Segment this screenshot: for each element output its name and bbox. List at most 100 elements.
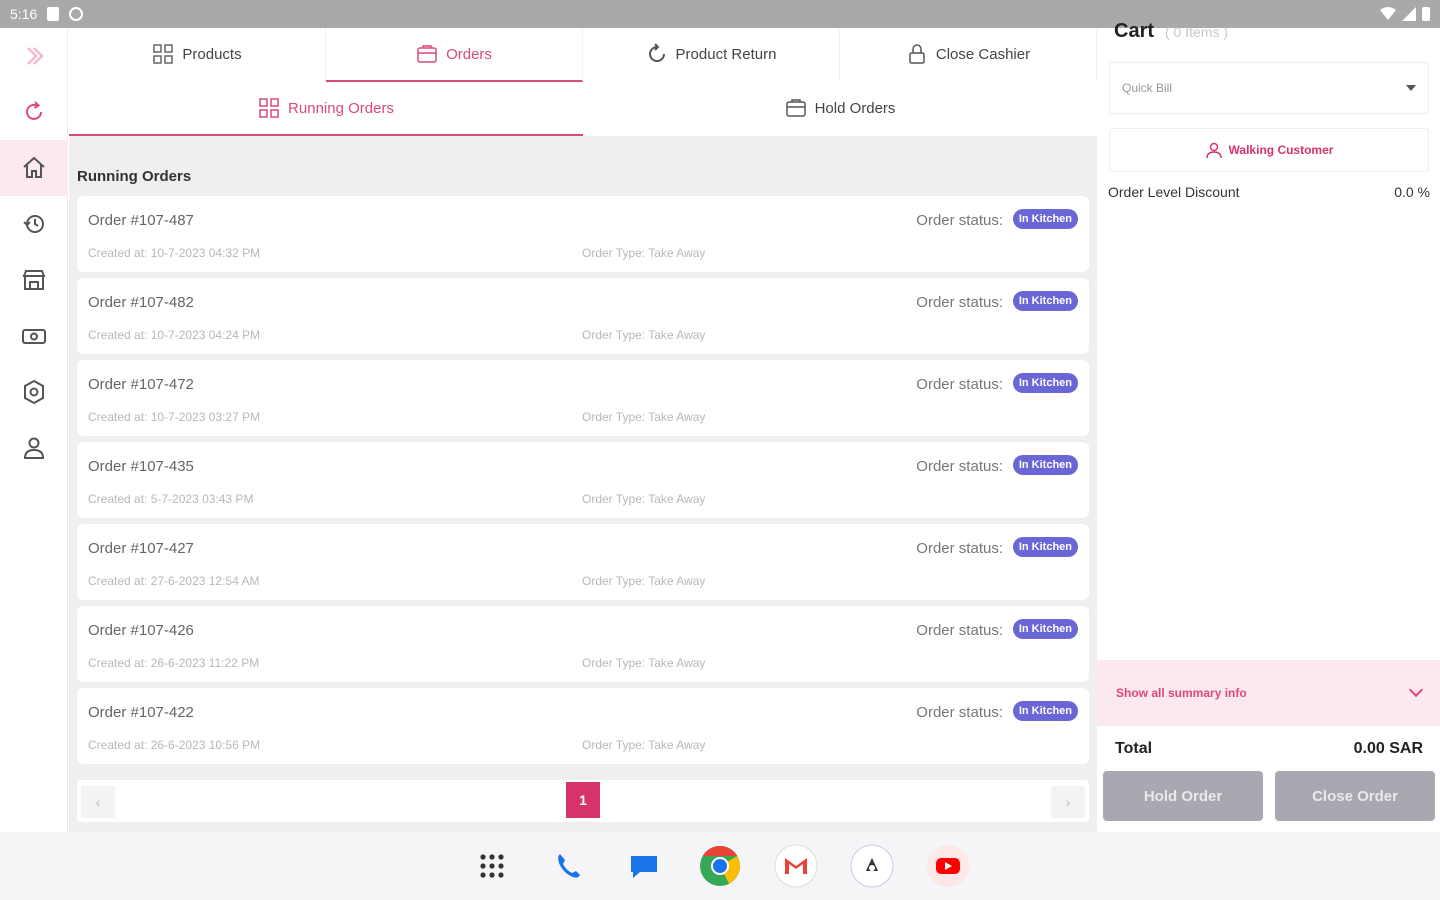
status-badge: In Kitchen	[1012, 537, 1078, 557]
orders-icon	[417, 45, 437, 63]
chevron-down-icon	[1408, 682, 1424, 698]
order-type: Order Type: Take Away	[582, 246, 706, 260]
order-created: Created at: 27-6-2023 12:54 AM	[88, 574, 260, 588]
order-created: Created at: 10-7-2023 04:32 PM	[88, 246, 261, 260]
settings-icon	[24, 379, 44, 405]
user-icon	[1205, 142, 1222, 159]
close-order-button[interactable]: Close Order	[1275, 771, 1435, 821]
order-created: Created at: 10-7-2023 04:24 PM	[88, 328, 261, 342]
return-icon	[648, 43, 665, 62]
nav-store[interactable]	[0, 252, 68, 308]
tab-label: Close Cashier	[935, 45, 1031, 63]
order-created: Created at: 26-6-2023 11:22 PM	[88, 656, 260, 670]
top-tabs: Products Orders Product Return Close Cas…	[69, 28, 1097, 82]
order-status-label: Order status:	[916, 458, 1003, 475]
youtube-app[interactable]	[926, 844, 970, 888]
order-number: Order #107-482	[88, 294, 194, 311]
order-created: Created at: 5-7-2023 03:43 PM	[88, 492, 254, 506]
order-type: Order Type: Take Away	[582, 328, 706, 342]
order-card[interactable]: Order #107-427 Order status: In Kitchen …	[77, 524, 1089, 600]
apps-icon	[480, 854, 504, 878]
order-status-label: Order status:	[916, 212, 1003, 229]
status-badge: In Kitchen	[1012, 291, 1078, 311]
cart-title: Cart	[1114, 20, 1155, 42]
refresh-icon	[26, 101, 42, 120]
customer-select[interactable]: Quick Bill	[1109, 62, 1429, 114]
main-content: Products Orders Product Return Close Cas…	[69, 28, 1097, 832]
nav-cash[interactable]	[0, 308, 68, 364]
order-subtabs: Running Orders Hold Orders	[69, 82, 1097, 136]
signal-icon	[1402, 7, 1416, 21]
order-status-label: Order status:	[916, 376, 1003, 393]
order-number: Order #107-435	[88, 458, 194, 475]
hold-order-button[interactable]: Hold Order	[1103, 771, 1263, 821]
order-type: Order Type: Take Away	[582, 410, 706, 424]
tab-product-return[interactable]: Product Return	[583, 28, 840, 82]
tab-label: Orders	[446, 45, 492, 63]
messages-icon	[631, 856, 657, 878]
chevron-down-icon	[1406, 85, 1416, 91]
summary-label: Show all summary info	[1116, 686, 1247, 700]
order-list: Order #107-487 Order status: In Kitchen …	[77, 196, 1089, 770]
youtube-icon	[927, 845, 969, 887]
status-badge: In Kitchen	[1012, 455, 1078, 475]
current-page-button[interactable]: 1	[566, 782, 600, 818]
total-value: 0.00 SAR	[1353, 740, 1423, 757]
discount-value: 0.0 %	[1394, 184, 1430, 200]
grid-icon	[153, 44, 174, 64]
gmail-icon	[774, 844, 818, 888]
home-icon	[23, 156, 45, 178]
refresh-button[interactable]	[0, 84, 68, 140]
grid-icon	[259, 98, 279, 118]
order-card[interactable]: Order #107-426 Order status: In Kitchen …	[77, 606, 1089, 682]
order-card[interactable]: Order #107-435 Order status: In Kitchen …	[77, 442, 1089, 518]
order-number: Order #107-472	[88, 376, 194, 393]
pos-app[interactable]	[850, 844, 894, 888]
tab-close-cashier[interactable]: Close Cashier	[840, 28, 1097, 82]
next-page-button[interactable]: ›	[1051, 786, 1085, 818]
app-dock	[0, 832, 1440, 900]
order-status-label: Order status:	[916, 704, 1003, 721]
order-created: Created at: 10-7-2023 03:27 PM	[88, 410, 261, 424]
nav-home[interactable]	[0, 140, 68, 196]
previous-page-button[interactable]: ‹	[81, 786, 115, 818]
lock-icon	[909, 44, 925, 64]
chrome-app[interactable]	[698, 844, 742, 888]
status-badge: In Kitchen	[1012, 209, 1078, 229]
subtab-label: Running Orders	[288, 99, 394, 117]
tab-orders[interactable]: Orders	[326, 28, 583, 82]
battery-icon	[1422, 7, 1430, 21]
nav-profile[interactable]	[0, 420, 68, 476]
order-card[interactable]: Order #107-472 Order status: In Kitchen …	[77, 360, 1089, 436]
customer-select-value: Quick Bill	[1122, 81, 1173, 95]
walking-customer-button[interactable]: Walking Customer	[1109, 128, 1429, 172]
tab-products[interactable]: Products	[69, 28, 326, 82]
gmail-app[interactable]	[774, 844, 818, 888]
history-icon	[23, 215, 44, 233]
order-card[interactable]: Order #107-422 Order status: In Kitchen …	[77, 688, 1089, 764]
order-type: Order Type: Take Away	[582, 656, 706, 670]
tab-label: Product Return	[675, 45, 777, 63]
summary-toggle[interactable]: Show all summary info	[1097, 660, 1440, 726]
order-type: Order Type: Take Away	[582, 574, 706, 588]
walking-customer-label: Walking Customer	[1228, 143, 1334, 157]
nav-history[interactable]	[0, 196, 68, 252]
expand-menu-button[interactable]	[0, 28, 68, 84]
status-badge: In Kitchen	[1012, 373, 1078, 393]
phone-app[interactable]	[546, 844, 590, 888]
tab-running-orders[interactable]: Running Orders	[69, 82, 583, 136]
clock: 5:16	[10, 6, 38, 22]
order-card[interactable]: Order #107-487 Order status: In Kitchen …	[77, 196, 1089, 272]
tab-label: Products	[182, 45, 242, 63]
status-badge: In Kitchen	[1012, 701, 1078, 721]
cart-actions: Hold Order Close Order	[1103, 771, 1435, 821]
tab-hold-orders[interactable]: Hold Orders	[583, 82, 1097, 136]
order-status-label: Order status:	[916, 540, 1003, 557]
order-number: Order #107-487	[88, 212, 194, 229]
order-discount-row[interactable]: Order Level Discount 0.0 %	[1108, 184, 1430, 200]
messages-app[interactable]	[622, 844, 666, 888]
nav-settings[interactable]	[0, 364, 68, 420]
order-card[interactable]: Order #107-482 Order status: In Kitchen …	[77, 278, 1089, 354]
wifi-icon	[1380, 7, 1396, 20]
apps-button[interactable]	[470, 844, 514, 888]
